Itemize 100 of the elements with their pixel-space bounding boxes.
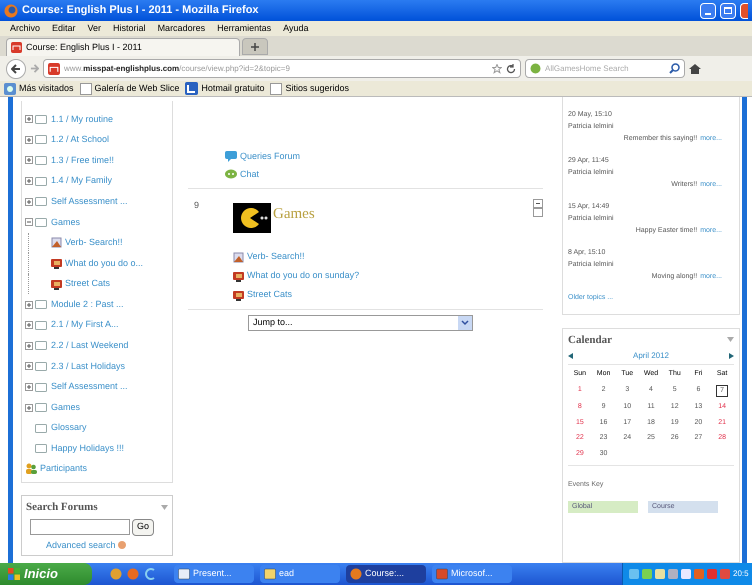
chat-icon <box>225 169 237 180</box>
expand-icon[interactable] <box>25 321 33 330</box>
activity-link[interactable]: Street Cats <box>247 288 292 302</box>
course-section-link[interactable]: 1.4 / My Family <box>51 174 112 188</box>
activity-icon <box>233 290 244 300</box>
taskbar-task-button[interactable]: ead <box>260 565 340 583</box>
resource-link[interactable]: Chat <box>240 168 260 182</box>
course-section-link[interactable]: Module 2 : Past ... <box>51 298 124 312</box>
collapse-section-icon[interactable] <box>533 199 543 217</box>
quiz-icon <box>233 252 244 262</box>
search-field[interactable]: AllGamesHome Search <box>525 59 685 78</box>
search-input[interactable] <box>30 519 130 536</box>
course-section-link[interactable]: 2.2 / Last Weekend <box>51 339 128 353</box>
address-text: www.misspat-englishplus.com/course/view.php?id=2&topic=9 <box>64 62 291 74</box>
expand-icon[interactable] <box>25 156 33 164</box>
previous-month-icon[interactable] <box>568 353 573 359</box>
address-field[interactable]: www.misspat-englishplus.com/course/view.php?id=2&topic=9 <box>43 59 521 78</box>
taskbar-task-button[interactable]: Present... <box>174 565 254 583</box>
section-icon <box>35 444 47 454</box>
expand-icon[interactable] <box>25 383 33 392</box>
expand-icon[interactable] <box>25 300 33 309</box>
menu-item[interactable]: Ayuda <box>283 22 308 36</box>
site-icon <box>11 42 22 53</box>
menu-item[interactable]: Ver <box>88 22 102 36</box>
expand-icon[interactable] <box>25 362 33 370</box>
course-section-link[interactable]: Self Assessment ... <box>51 380 128 394</box>
expand-icon[interactable] <box>25 177 33 186</box>
activity-link[interactable]: Verb- Search!! <box>247 250 305 264</box>
course-section-link[interactable]: Self Assessment ... <box>51 194 128 208</box>
taskbar-task-button[interactable]: Course:... <box>346 565 426 583</box>
browser-logo-icon <box>4 4 18 18</box>
browser-tab[interactable]: Course: English Plus I - 2011 <box>6 38 240 56</box>
advanced-search-link[interactable]: Advanced search <box>46 538 116 552</box>
activity-link[interactable]: What do you do o... <box>65 256 144 270</box>
course-section-link[interactable]: Happy Holidays !!! <box>51 442 124 456</box>
menu-item[interactable]: Archivo <box>10 22 40 36</box>
reload-icon[interactable] <box>506 64 516 74</box>
section-icon <box>35 341 47 350</box>
section-icon <box>35 403 47 412</box>
expand-icon[interactable] <box>25 342 33 350</box>
people-icon <box>25 463 37 474</box>
next-month-icon[interactable] <box>729 353 734 359</box>
go-button[interactable]: Go <box>132 518 154 536</box>
collapse-icon[interactable] <box>25 218 33 226</box>
page-icon <box>270 82 282 94</box>
taskbar-task-button[interactable]: Microsof... <box>432 565 512 583</box>
section-icon <box>35 362 47 371</box>
participants-link[interactable]: Participants <box>40 462 88 476</box>
quick-launch-icon[interactable] <box>144 568 156 580</box>
activity-link[interactable]: Verb- Search!! <box>65 236 123 250</box>
search-icon[interactable] <box>669 63 680 74</box>
plus-icon <box>251 42 259 50</box>
jump-to-select[interactable]: Jump to... <box>248 315 473 331</box>
menu-item[interactable]: Historial <box>113 22 146 36</box>
bookmark-link[interactable]: Galería de Web Slice <box>94 82 180 96</box>
start-button[interactable]: Inicio <box>0 563 92 585</box>
menu-item[interactable]: Marcadores <box>158 22 206 36</box>
course-section-link[interactable]: 1.3 / Free time!! <box>51 154 114 168</box>
star-icon[interactable] <box>492 64 502 74</box>
expand-icon[interactable] <box>25 404 33 412</box>
expand-icon[interactable] <box>25 198 33 206</box>
close-button[interactable] <box>740 2 748 18</box>
section-icon <box>35 114 47 124</box>
quick-launch-icon[interactable] <box>110 568 122 580</box>
bookmark-link[interactable]: Hotmail gratuito <box>201 82 264 96</box>
folder-icon <box>264 568 276 580</box>
course-section-link[interactable]: 2.1 / My First A... <box>51 318 119 332</box>
activity-icon <box>233 270 244 282</box>
back-button[interactable] <box>6 58 26 78</box>
course-section-link[interactable]: 1.1 / My routine <box>51 112 114 126</box>
expand-icon[interactable] <box>25 115 33 124</box>
course-section-link[interactable]: 2.3 / Last Holidays <box>51 360 126 374</box>
minimize-button[interactable] <box>700 2 716 18</box>
month-title: April 2012 <box>632 350 670 362</box>
activity-icon <box>51 278 62 290</box>
home-icon[interactable] <box>689 62 701 74</box>
forum-icon <box>225 151 237 162</box>
course-section-link[interactable]: Glossary <box>51 421 87 435</box>
maximize-button[interactable] <box>720 2 736 18</box>
course-section-link[interactable]: Games <box>51 216 80 230</box>
bookmark-icon <box>4 82 16 94</box>
section-icon <box>35 424 47 433</box>
office-icon <box>436 568 448 580</box>
menu-item[interactable]: Herramientas <box>217 22 272 36</box>
search-input[interactable]: AllGamesHome Search <box>545 62 665 74</box>
section-number: 9 <box>193 199 200 212</box>
search-engine-icon <box>530 63 541 74</box>
activity-link[interactable]: Street Cats <box>65 277 110 291</box>
section-icon <box>35 320 47 330</box>
course-section-link[interactable]: Games <box>51 400 80 414</box>
course-section-link[interactable]: 1.2 / At School <box>51 133 110 147</box>
tab-label: Course: English Plus I - 2011 <box>26 40 142 54</box>
resource-link[interactable]: Queries Forum <box>240 150 300 164</box>
new-tab-button[interactable] <box>242 38 268 55</box>
menu-item[interactable]: Editar <box>52 22 76 36</box>
section-icon <box>35 382 47 392</box>
bookmark-link[interactable]: Más visitados <box>19 82 74 96</box>
activity-link[interactable]: What do you do on sunday? <box>247 269 360 283</box>
bookmark-link[interactable]: Sitios sugeridos <box>285 82 349 96</box>
expand-icon[interactable] <box>25 136 33 144</box>
